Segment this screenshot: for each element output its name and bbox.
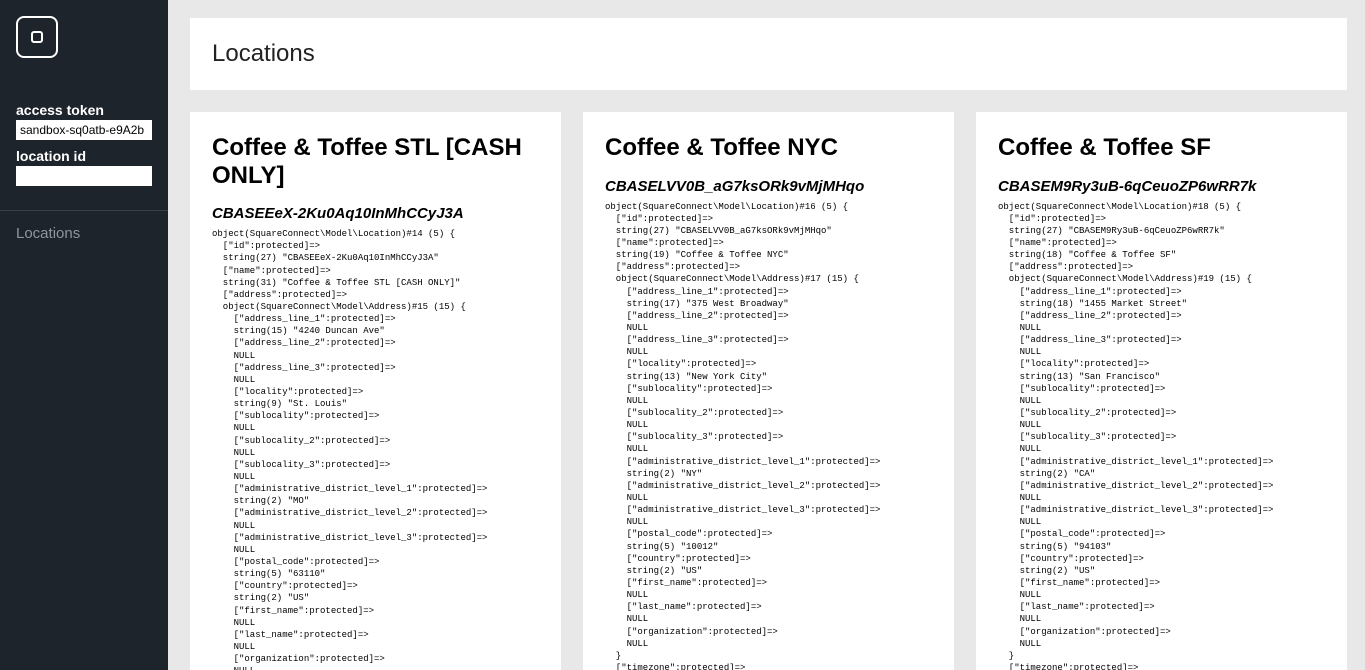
- page-header: Locations: [190, 18, 1347, 90]
- sidebar-divider: [0, 210, 168, 211]
- main-content: Locations Coffee & Toffee STL [CASH ONLY…: [168, 0, 1365, 670]
- location-name: Coffee & Toffee STL [CASH ONLY]: [212, 134, 543, 189]
- location-id-input[interactable]: [16, 166, 152, 186]
- location-card: Coffee & Toffee SF CBASEM9Ry3uB-6qCeuoZP…: [976, 112, 1347, 670]
- location-id-value: CBASEEeX-2Ku0Aq10InMhCCyJ3A: [212, 205, 543, 222]
- location-id-label: location id: [16, 148, 152, 164]
- access-token-label: access token: [16, 102, 152, 118]
- location-id-value: CBASELVV0B_aG7ksORk9vMjMHqo: [605, 178, 936, 195]
- access-token-input[interactable]: [16, 120, 152, 140]
- location-card: Coffee & Toffee STL [CASH ONLY] CBASEEeX…: [190, 112, 561, 670]
- square-logo-icon: [16, 16, 58, 58]
- locations-cards: Coffee & Toffee STL [CASH ONLY] CBASEEeX…: [190, 112, 1347, 670]
- location-card: Coffee & Toffee NYC CBASELVV0B_aG7ksORk9…: [583, 112, 954, 670]
- location-dump: object(SquareConnect\Model\Location)#18 …: [998, 201, 1329, 670]
- sidebar: access token location id Locations: [0, 0, 168, 670]
- location-dump: object(SquareConnect\Model\Location)#16 …: [605, 201, 936, 670]
- page-title: Locations: [212, 40, 1325, 68]
- location-id-value: CBASEM9Ry3uB-6qCeuoZP6wRR7k: [998, 178, 1329, 195]
- location-name: Coffee & Toffee SF: [998, 134, 1329, 162]
- sidebar-item-locations[interactable]: Locations: [16, 225, 152, 242]
- location-name: Coffee & Toffee NYC: [605, 134, 936, 162]
- location-dump: object(SquareConnect\Model\Location)#14 …: [212, 228, 543, 670]
